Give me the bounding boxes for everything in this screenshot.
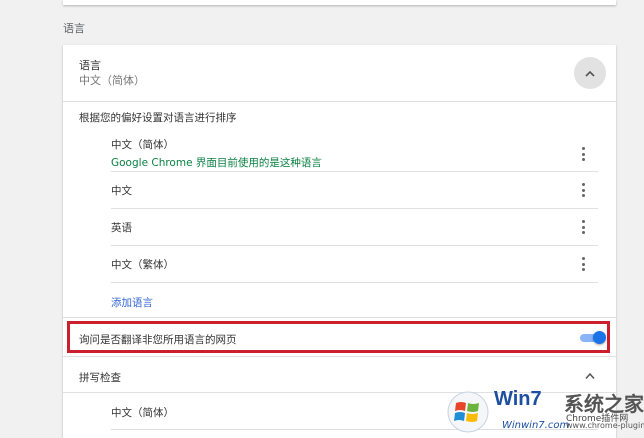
watermark-url: Winwin7.com	[502, 420, 570, 431]
watermark-url-2: www.chrome-plugins.com	[566, 421, 644, 430]
divider	[63, 356, 616, 357]
divider	[111, 171, 598, 172]
watermark: Win7 系统之家 Chrome插件网 Winwin7.com www.chro…	[446, 384, 644, 438]
language-item: 中文（繁体）	[111, 257, 598, 277]
chevron-up-icon	[585, 70, 595, 77]
divider	[111, 282, 598, 283]
ask-translate-label: 询问是否翻译非您所用语言的网页	[79, 334, 237, 346]
watermark-brand: Win7	[494, 388, 542, 410]
add-language-link[interactable]: 添加语言	[111, 295, 153, 310]
more-vert-icon[interactable]	[578, 257, 588, 271]
language-card: 语言 中文（简体） 根据您的偏好设置对语言进行排序 中文（简体） Google …	[63, 45, 616, 438]
language-item-name: 英语	[111, 222, 132, 234]
order-label: 根据您的偏好设置对语言进行排序	[79, 112, 237, 124]
ask-translate-toggle[interactable]	[580, 331, 606, 344]
more-vert-icon[interactable]	[578, 220, 588, 234]
language-item-name: 中文（简体）	[111, 139, 174, 151]
current-language: 中文（简体）	[79, 74, 145, 87]
toggle-knob	[593, 331, 606, 344]
language-item-name: 中文	[111, 185, 132, 197]
language-item: 英语	[111, 220, 598, 240]
divider	[63, 317, 616, 318]
divider	[111, 245, 598, 246]
language-title: 语言	[79, 59, 101, 72]
language-item-note: Google Chrome 界面目前使用的是这种语言	[111, 157, 322, 169]
language-item: 中文（简体） Google Chrome 界面目前使用的是这种语言	[111, 137, 598, 173]
language-item-name: 中文（繁体）	[111, 259, 174, 271]
more-vert-icon[interactable]	[578, 147, 588, 161]
divider	[111, 208, 598, 209]
divider	[63, 101, 616, 102]
spellcheck-label: 拼写检查	[79, 372, 121, 384]
more-vert-icon[interactable]	[578, 183, 588, 197]
collapse-language-button[interactable]	[574, 57, 606, 89]
section-title: 语言	[63, 22, 85, 35]
windows-logo-icon	[447, 391, 489, 433]
previous-card	[63, 0, 616, 5]
chevron-up-icon[interactable]	[585, 372, 595, 380]
language-item: 中文	[111, 183, 598, 203]
spellcheck-item: 中文（简体）	[111, 407, 174, 419]
